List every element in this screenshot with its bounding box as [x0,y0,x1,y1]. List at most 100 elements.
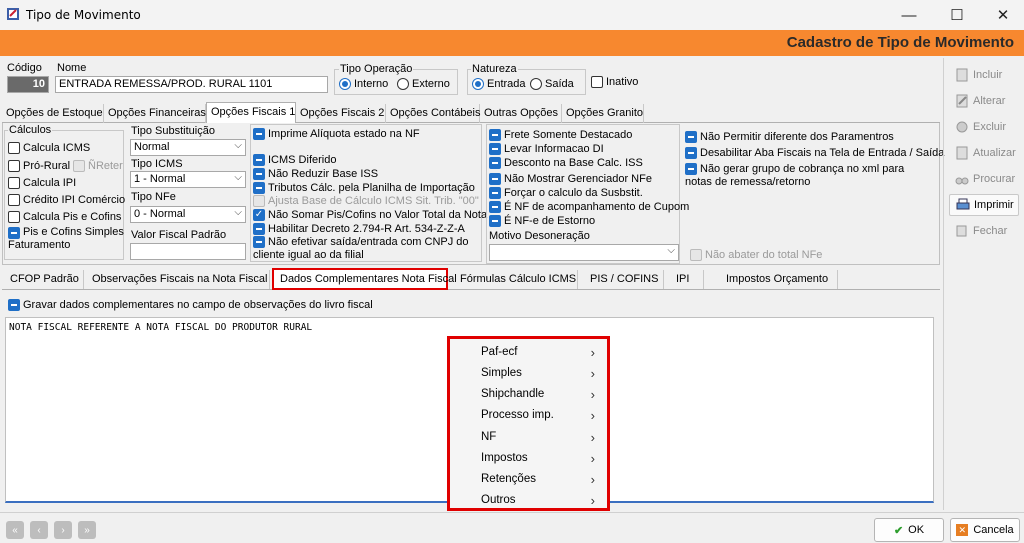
credito-ipi-checkbox[interactable]: Crédito IPI Comércio [8,194,125,207]
saida-radio[interactable]: Saída [530,78,574,91]
entrada-radio[interactable]: Entrada [472,78,526,91]
tab-opcoes-financeiras[interactable]: Opções Financeiras [104,104,206,123]
alterar-button[interactable]: Alterar [949,90,1019,112]
maximize-icon: ☐ [950,7,964,24]
desconto-base-iss-checkbox[interactable]: Desconto na Base Calc. ISS [489,157,643,170]
levar-informacao-di-checkbox[interactable]: Levar Informacao DI [489,143,604,156]
footer-bar [0,512,1024,543]
tab-observacoes-fiscais[interactable]: Observações Fiscais na Nota Fiscal [84,270,270,289]
tipo-substituicao-select[interactable]: Normal ⌵ [130,139,246,156]
pro-rural-checkbox[interactable]: Pró-Rural [8,160,70,173]
nao-abater-checkbox[interactable]: Não abater do total NFe [690,249,822,262]
tab-ipi[interactable]: IPI [664,270,704,289]
chevron-down-icon: ⌵ [667,245,675,256]
checkbox-icon [690,249,702,262]
context-menu: Paf-ecf › Simples › Shipchandle › Processo … [447,336,610,511]
excluir-button[interactable]: Excluir [949,116,1019,138]
radio-icon [397,78,409,91]
codigo-field[interactable]: 10 [7,76,49,93]
menu-item-shipchandle[interactable]: Shipchandle › [450,384,607,405]
cancela-button[interactable]: ✕ Cancela [950,518,1020,542]
calcula-ipi-checkbox[interactable]: Calcula IPI [8,177,76,190]
motivo-desoneracao-select[interactable]: ⌵ [489,244,679,261]
icms-diferido-checkbox[interactable]: ICMS Diferido [253,154,336,167]
menu-item-simples[interactable]: Simples › [450,363,607,384]
inativo-checkbox[interactable]: Inativo [591,76,638,89]
habilitar-decreto-checkbox[interactable]: Habilitar Decreto 2.794-R Art. 534-Z-Z-A [253,223,465,236]
last-record-button[interactable]: » [78,521,96,539]
natureza-label: Natureza [471,63,518,75]
exit-icon [956,225,967,237]
nreter-checkbox[interactable]: ÑReter [73,160,123,173]
atualizar-button[interactable]: Atualizar [949,142,1019,164]
desabilitar-aba-fiscais-checkbox[interactable]: Desabilitar Aba Fiscais na Tela de Entra… [685,147,944,160]
edit-icon [956,94,968,108]
tab-opcoes-fiscais-1[interactable]: Opções Fiscais 1 [206,102,296,123]
frete-destacado-checkbox[interactable]: Frete Somente Destacado [489,129,632,142]
fechar-button[interactable]: Fechar [949,220,1019,242]
tipo-nfe-select[interactable]: 0 - Normal ⌵ [130,206,246,223]
tab-opcoes-contabeis[interactable]: Opções Contábeis [386,104,481,123]
app-icon [7,8,19,20]
nf-acompanhamento-checkbox[interactable]: É NF de acompanhamento de Cupom [489,201,689,214]
pis-cofins-simples-checkbox[interactable]: Pis e Cofins Simples Faturamento [8,226,124,252]
forcar-calculo-checkbox[interactable]: Forçar o calculo da Susbstit. [489,187,643,200]
tab-cfop-padrao[interactable]: CFOP Padrão [2,270,84,289]
tab-opcoes-fiscais-2[interactable]: Opções Fiscais 2 [296,104,386,123]
motivo-desoneracao-label: Motivo Desoneração [489,230,590,242]
tipo-icms-select[interactable]: 1 - Normal ⌵ [130,171,246,188]
nao-permitir-diferente-checkbox[interactable]: Não Permitir diferente dos Paramentros [685,131,894,144]
gravar-dados-checkbox[interactable]: Gravar dados complementares no campo de … [8,299,373,312]
tipo-operacao-label: Tipo Operação [339,63,414,75]
menu-item-retencoes[interactable]: Retenções › [450,469,607,490]
imprime-aliquota-checkbox[interactable]: Imprime Alíquota estado na NF [253,128,420,141]
imprimir-button[interactable]: Imprimir [949,194,1019,216]
interno-radio[interactable]: Interno [339,78,388,91]
menu-item-nf[interactable]: NF › [450,427,607,448]
tab-pis-cofins[interactable]: PIS / COFINS [578,270,664,289]
tab-outras-opcoes[interactable]: Outras Opções [480,104,562,123]
tab-formulas-icms[interactable]: Fórmulas Cálculo ICMS [450,270,578,289]
checkbox-checked-icon [685,147,697,160]
externo-radio[interactable]: Externo [397,78,450,91]
next-icon: › [61,524,65,536]
prev-record-button[interactable]: ‹ [30,521,48,539]
ok-button[interactable]: ✔ OK [874,518,944,542]
tab-opcoes-estoque[interactable]: Opções de Estoque [2,104,104,123]
calcula-icms-checkbox[interactable]: Calcula ICMS [8,142,90,155]
minimize-button[interactable]: — [886,0,932,30]
nao-efetivar-checkbox[interactable]: Não efetivar saída/entrada com CNPJ do c… [253,236,479,262]
tab-impostos-orcamento[interactable]: Impostos Orçamento [704,270,838,289]
tributos-planilha-checkbox[interactable]: Tributos Cálc. pela Planilha de Importaç… [253,182,475,195]
nao-mostrar-gerenciador-checkbox[interactable]: Não Mostrar Gerenciador NFe [489,173,652,186]
first-record-button[interactable]: « [6,521,24,539]
nao-reduzir-iss-checkbox[interactable]: Não Reduzir Base ISS [253,168,378,181]
maximize-button[interactable]: ☐ [934,0,980,30]
printer-icon [956,198,970,210]
nao-somar-pis-checkbox[interactable]: ✓ Não Somar Pis/Cofins no Valor Total da … [253,209,487,222]
procurar-button[interactable]: Procurar [949,168,1019,190]
menu-item-impostos[interactable]: Impostos › [450,448,607,469]
minimize-icon: — [901,6,917,24]
menu-item-processo-imp[interactable]: Processo imp. › [450,405,607,426]
calcula-pis-cofins-checkbox[interactable]: Calcula Pis e Cofins [8,211,121,224]
nfe-estorno-checkbox[interactable]: É NF-e de Estorno [489,215,595,228]
ajusta-base-checkbox[interactable]: Ajusta Base de Cálculo ICMS Sit. Trib. "… [253,195,479,208]
nome-field[interactable]: ENTRADA REMESSA/PROD. RURAL 1101 [55,76,328,93]
menu-item-outros[interactable]: Outros › [450,490,607,511]
tab-dados-complementares[interactable]: Dados Complementares Nota Fiscal [272,268,457,290]
checkbox-checked-icon [489,129,501,142]
binoculars-icon [955,177,969,185]
checkbox-checked-icon [685,163,697,175]
checkbox-checked-icon: ✓ [253,209,265,222]
menu-item-paf-ecf[interactable]: Paf-ecf › [450,342,607,363]
next-record-button[interactable]: › [54,521,72,539]
tab-opcoes-granito[interactable]: Opções Granito [562,104,644,123]
close-button[interactable]: ✕ [980,0,1024,30]
calculos-label: Cálculos [8,124,53,136]
incluir-button[interactable]: Incluir [949,64,1019,86]
valor-fiscal-field[interactable] [130,243,246,260]
new-document-icon [956,68,968,82]
nao-gerar-cobranca-checkbox[interactable]: Não gerar grupo de cobrança no xml para … [685,163,925,189]
valor-fiscal-label: Valor Fiscal Padrão [131,229,227,241]
